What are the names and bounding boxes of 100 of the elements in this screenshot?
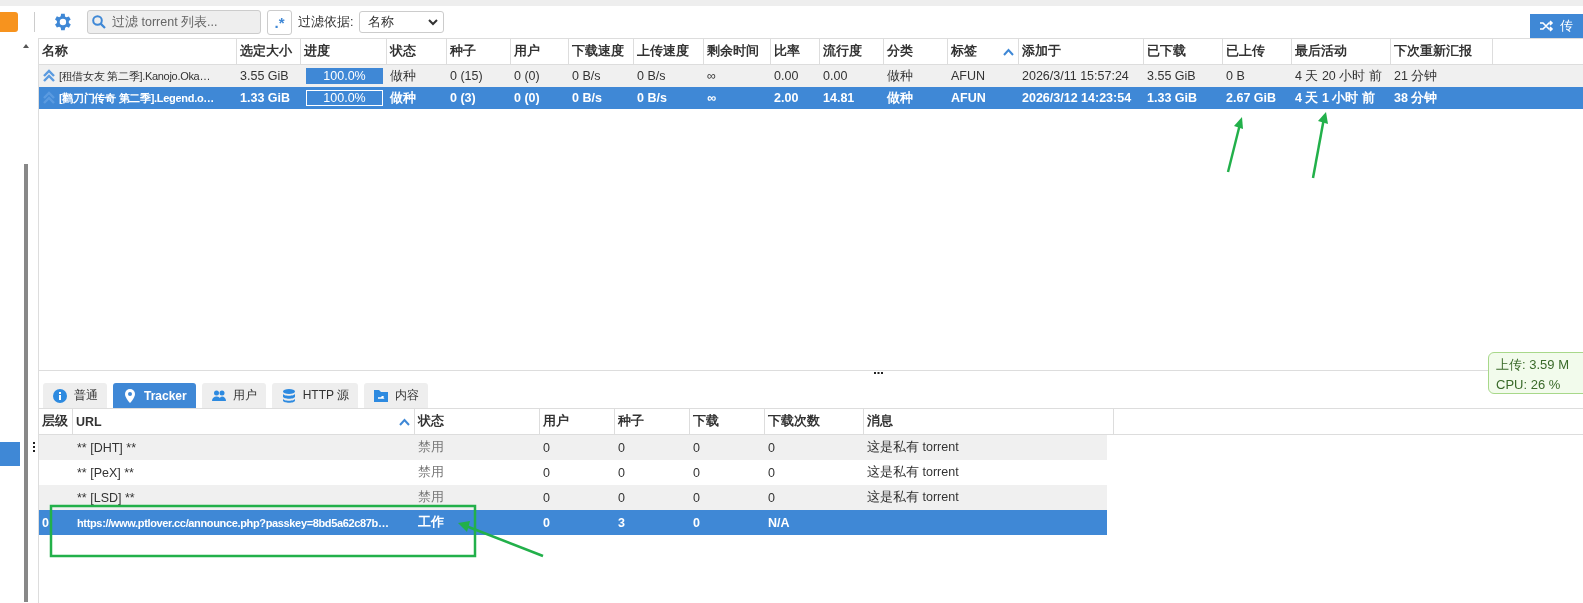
column-header[interactable]: 已下载 <box>1144 39 1223 64</box>
table-cell-text: 14.81 <box>822 91 856 105</box>
table-cell-text: 0 B <box>1225 69 1246 83</box>
status-text: CPU: 26 % <box>1496 376 1562 392</box>
table-cell-text: 做种 <box>886 67 914 85</box>
column-header[interactable]: 层级 <box>39 409 73 434</box>
column-header[interactable]: 已上传 <box>1223 39 1292 64</box>
table-cell-text: 0 <box>41 515 50 530</box>
table-cell-text: 0.00 <box>822 69 849 83</box>
table-cell-text: 这是私有 torrent <box>866 439 960 456</box>
search-field[interactable]: 过滤 torrent 列表... <box>110 14 254 30</box>
column-header[interactable]: 添加于 <box>1019 39 1144 64</box>
column-header[interactable]: 进度 <box>301 39 387 64</box>
table-cell-text: 0 B/s <box>571 69 602 83</box>
regex-button[interactable]: .* <box>267 9 292 35</box>
column-header[interactable]: 剩余时间 <box>704 39 771 64</box>
table-cell-text: 0 B/s <box>636 91 668 105</box>
table-cell-text: 0 <box>617 440 626 455</box>
column-header[interactable]: 分类 <box>884 39 948 64</box>
tracker-row[interactable]: 0 https://www.ptlover.cc/announce.php?passkey=8bd5a62c87b… 工作 0 3 0 N/A <box>39 510 1107 535</box>
table-cell-text: 0 <box>767 440 776 455</box>
annotation-arrow <box>1226 117 1243 173</box>
column-header[interactable]: 最后活动 <box>1292 39 1391 64</box>
table-cell-text: 0 <box>617 490 626 505</box>
table-cell-text: 0 <box>692 465 701 480</box>
table-cell-text: 0 <box>692 490 701 505</box>
table-cell-text: 3 <box>617 515 626 530</box>
column-header[interactable]: 下次重新汇报 <box>1391 39 1493 64</box>
search-box[interactable]: 过滤 torrent 列表... <box>87 10 261 34</box>
tab[interactable]: 内容 <box>364 383 429 408</box>
table-cell-text: 禁用 <box>417 464 445 481</box>
torrent-row[interactable]: [鹳刀门传奇 第二季].Legend.o… 1.33 GiB 100.0% 做种 0 (3) 0 (0) 0 B/s 0 B/s ∞ 2.00 14.81 做种 AFUN 2026/3/12 14:23:54 1.33 GiB 2.67 GiB 4 天 1 小时 前 38 分钟 <box>39 87 1583 109</box>
column-header[interactable]: 消息 <box>864 409 1114 434</box>
torrent-row[interactable]: [租借女友 第二季].Kanojo.Oka… 3.55 GiB 100.0% 做种 0 (15) 0 (0) 0 B/s 0 B/s ∞ 0.00 0.00 做种 AFUN 2026/3/11 15:57:24 3.55 GiB 0 B 4 天 20 小时 前 21 分钟 <box>39 65 1583 87</box>
table-cell: [鹳刀门传奇 第二季].Legend.o… <box>59 90 215 106</box>
table-cell-text: AFUN <box>950 69 987 83</box>
table-cell-text: 38 分钟 <box>1393 89 1439 107</box>
shuffle-icon <box>1540 20 1554 32</box>
table-cell-text: 0 <box>617 465 626 480</box>
table-cell-text: 0 <box>767 490 776 505</box>
column-header[interactable]: 状态 <box>387 39 447 64</box>
table-cell-text: ∞ <box>706 91 717 105</box>
table-cell-text: 2.67 GiB <box>1225 91 1278 105</box>
table-cell-text: 4 天 1 小时 前 <box>1294 89 1376 107</box>
scrollbar[interactable] <box>22 42 30 602</box>
column-header[interactable]: URL <box>73 409 415 434</box>
table-cell: [租借女友 第二季].Kanojo.Oka… <box>59 68 211 84</box>
column-header[interactable]: 上传速度 <box>634 39 704 64</box>
tab[interactable]: Tracker <box>113 383 196 408</box>
table-cell-text: 3.55 GiB <box>239 69 290 83</box>
column-header[interactable]: 种子 <box>447 39 511 64</box>
column-header[interactable]: 标签 <box>948 39 1019 64</box>
table-cell-text: 0 (0) <box>513 69 541 83</box>
tab[interactable]: HTTP 源 <box>271 383 359 408</box>
column-header[interactable]: 用户 <box>511 39 569 64</box>
filter-select[interactable]: 名称 <box>359 11 445 33</box>
tab[interactable]: 用户 <box>201 383 266 408</box>
annotation-arrow <box>1311 112 1328 179</box>
database-icon <box>280 387 297 404</box>
table-cell-text: 0 <box>692 440 701 455</box>
map-pin-icon <box>122 387 138 404</box>
search-icon <box>92 15 106 29</box>
column-header[interactable]: 选定大小 <box>237 39 301 64</box>
table-cell-text: 做种 <box>388 89 417 107</box>
table-cell-text: 3.55 GiB <box>1146 69 1197 83</box>
column-header[interactable]: 种子 <box>615 409 690 434</box>
table-cell-text: 2026/3/12 14:23:54 <box>1021 91 1133 105</box>
table-cell-text: ∞ <box>706 69 717 83</box>
table-cell-text: https://www.ptlover.cc/announce.php?passkey=8bd5a62c87b… <box>76 516 390 529</box>
progress-label: 100.0% <box>322 91 367 105</box>
table-cell-text: 0 <box>767 465 776 480</box>
table-cell-text: 0 (0) <box>513 91 541 105</box>
table-cell-text: 做种 <box>389 67 417 85</box>
column-header[interactable]: 用户 <box>540 409 615 434</box>
column-header[interactable]: 状态 <box>415 409 540 434</box>
tab[interactable]: 普通 <box>43 383 107 408</box>
column-header[interactable]: 下载 <box>690 409 765 434</box>
progress-label: 100.0% <box>322 69 367 83</box>
table-cell-text: 21 分钟 <box>1393 67 1439 85</box>
column-header[interactable]: 流行度 <box>820 39 884 64</box>
shuffle-button[interactable]: 传 <box>1530 14 1583 38</box>
table-cell-text: 做种 <box>885 89 914 107</box>
folder-icon <box>373 387 390 404</box>
column-header[interactable]: 下载速度 <box>569 39 634 64</box>
table-cell-text: 2026/3/11 15:57:24 <box>1021 69 1130 83</box>
table-cell-text: 0 <box>542 515 551 530</box>
table-cell-text: AFUN <box>950 91 987 105</box>
table-cell-text: 这是私有 torrent <box>866 464 960 481</box>
table-cell-text: 0 <box>542 490 551 505</box>
drag-handle-icon[interactable] <box>33 442 36 452</box>
table-cell-text: 这是私有 torrent <box>866 489 960 506</box>
table-cell-text: 工作 <box>417 514 445 531</box>
column-header[interactable]: 比率 <box>771 39 820 64</box>
table-cell-text: 0 (15) <box>449 69 484 83</box>
priority-icon <box>43 91 55 105</box>
chevron-down-icon <box>428 18 439 26</box>
splitter-handle-icon[interactable] <box>874 372 883 375</box>
table-cell-text: 0 <box>542 440 551 455</box>
column-header[interactable]: 下载次数 <box>765 409 864 434</box>
column-header[interactable]: 名称 <box>39 39 237 64</box>
